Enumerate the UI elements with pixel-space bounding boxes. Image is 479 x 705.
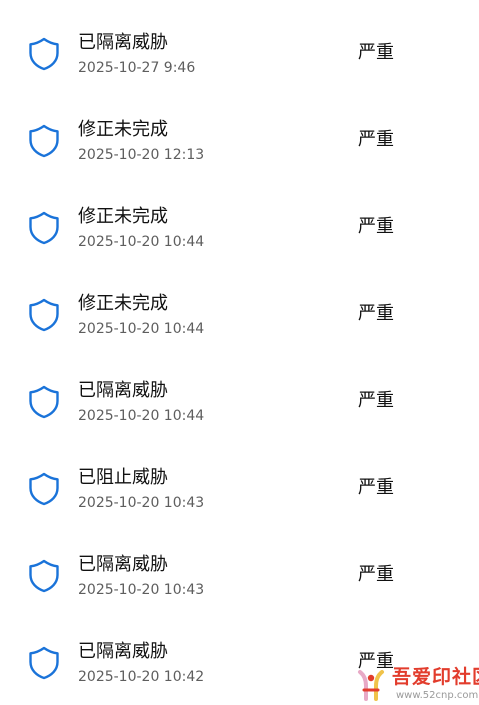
threat-timestamp: 2025-10-20 10:44 [78, 321, 205, 337]
threat-row[interactable]: 修正未完成 2025-10-20 10:44 严重 [0, 293, 479, 380]
threat-status: 已隔离威胁 [78, 641, 168, 662]
threat-severity: 严重 [358, 42, 394, 63]
threat-timestamp: 2025-10-27 9:46 [78, 60, 196, 76]
watermark-site-name: 吾爱印社区 [392, 666, 479, 688]
threat-status: 已隔离威胁 [78, 554, 168, 575]
shield-icon [28, 559, 60, 593]
watermark-site-url: www.52cnp.com [396, 690, 479, 701]
threat-severity: 严重 [358, 564, 394, 585]
shield-icon [28, 385, 60, 419]
shield-icon [28, 646, 60, 680]
threat-row[interactable]: 已阻止威胁 2025-10-20 10:43 严重 [0, 467, 479, 554]
threat-timestamp: 2025-10-20 10:43 [78, 582, 205, 598]
threat-status: 已隔离威胁 [78, 32, 168, 53]
threat-row[interactable]: 修正未完成 2025-10-20 12:13 严重 [0, 119, 479, 206]
shield-icon [28, 37, 60, 71]
threat-severity: 严重 [358, 303, 394, 324]
threat-status: 已阻止威胁 [78, 467, 168, 488]
threat-timestamp: 2025-10-20 10:43 [78, 495, 205, 511]
threat-timestamp: 2025-10-20 12:13 [78, 147, 205, 163]
threat-timestamp: 2025-10-20 10:44 [78, 234, 205, 250]
threat-severity: 严重 [358, 216, 394, 237]
threat-timestamp: 2025-10-20 10:44 [78, 408, 205, 424]
shield-icon [28, 211, 60, 245]
threat-status: 修正未完成 [78, 206, 168, 227]
threat-severity: 严重 [358, 390, 394, 411]
threat-status: 修正未完成 [78, 293, 168, 314]
shield-icon [28, 472, 60, 506]
site-watermark: 吾爱印社区 www.52cnp.com [350, 664, 479, 705]
threat-status: 修正未完成 [78, 119, 168, 140]
threat-status: 已隔离威胁 [78, 380, 168, 401]
threat-timestamp: 2025-10-20 10:42 [78, 669, 205, 685]
threat-row[interactable]: 已隔离威胁 2025-10-20 10:43 严重 [0, 554, 479, 641]
shield-icon [28, 124, 60, 158]
threat-row[interactable]: 已隔离威胁 2025-10-27 9:46 严重 [0, 32, 479, 119]
threat-history-list: 已隔离威胁 2025-10-27 9:46 严重 修正未完成 2025-10-2… [0, 0, 479, 705]
threat-row[interactable]: 修正未完成 2025-10-20 10:44 严重 [0, 206, 479, 293]
threat-severity: 严重 [358, 477, 394, 498]
shield-icon [28, 298, 60, 332]
threat-severity: 严重 [358, 129, 394, 150]
threat-row[interactable]: 已隔离威胁 2025-10-20 10:44 严重 [0, 380, 479, 467]
watermark-logo-icon [356, 666, 386, 702]
